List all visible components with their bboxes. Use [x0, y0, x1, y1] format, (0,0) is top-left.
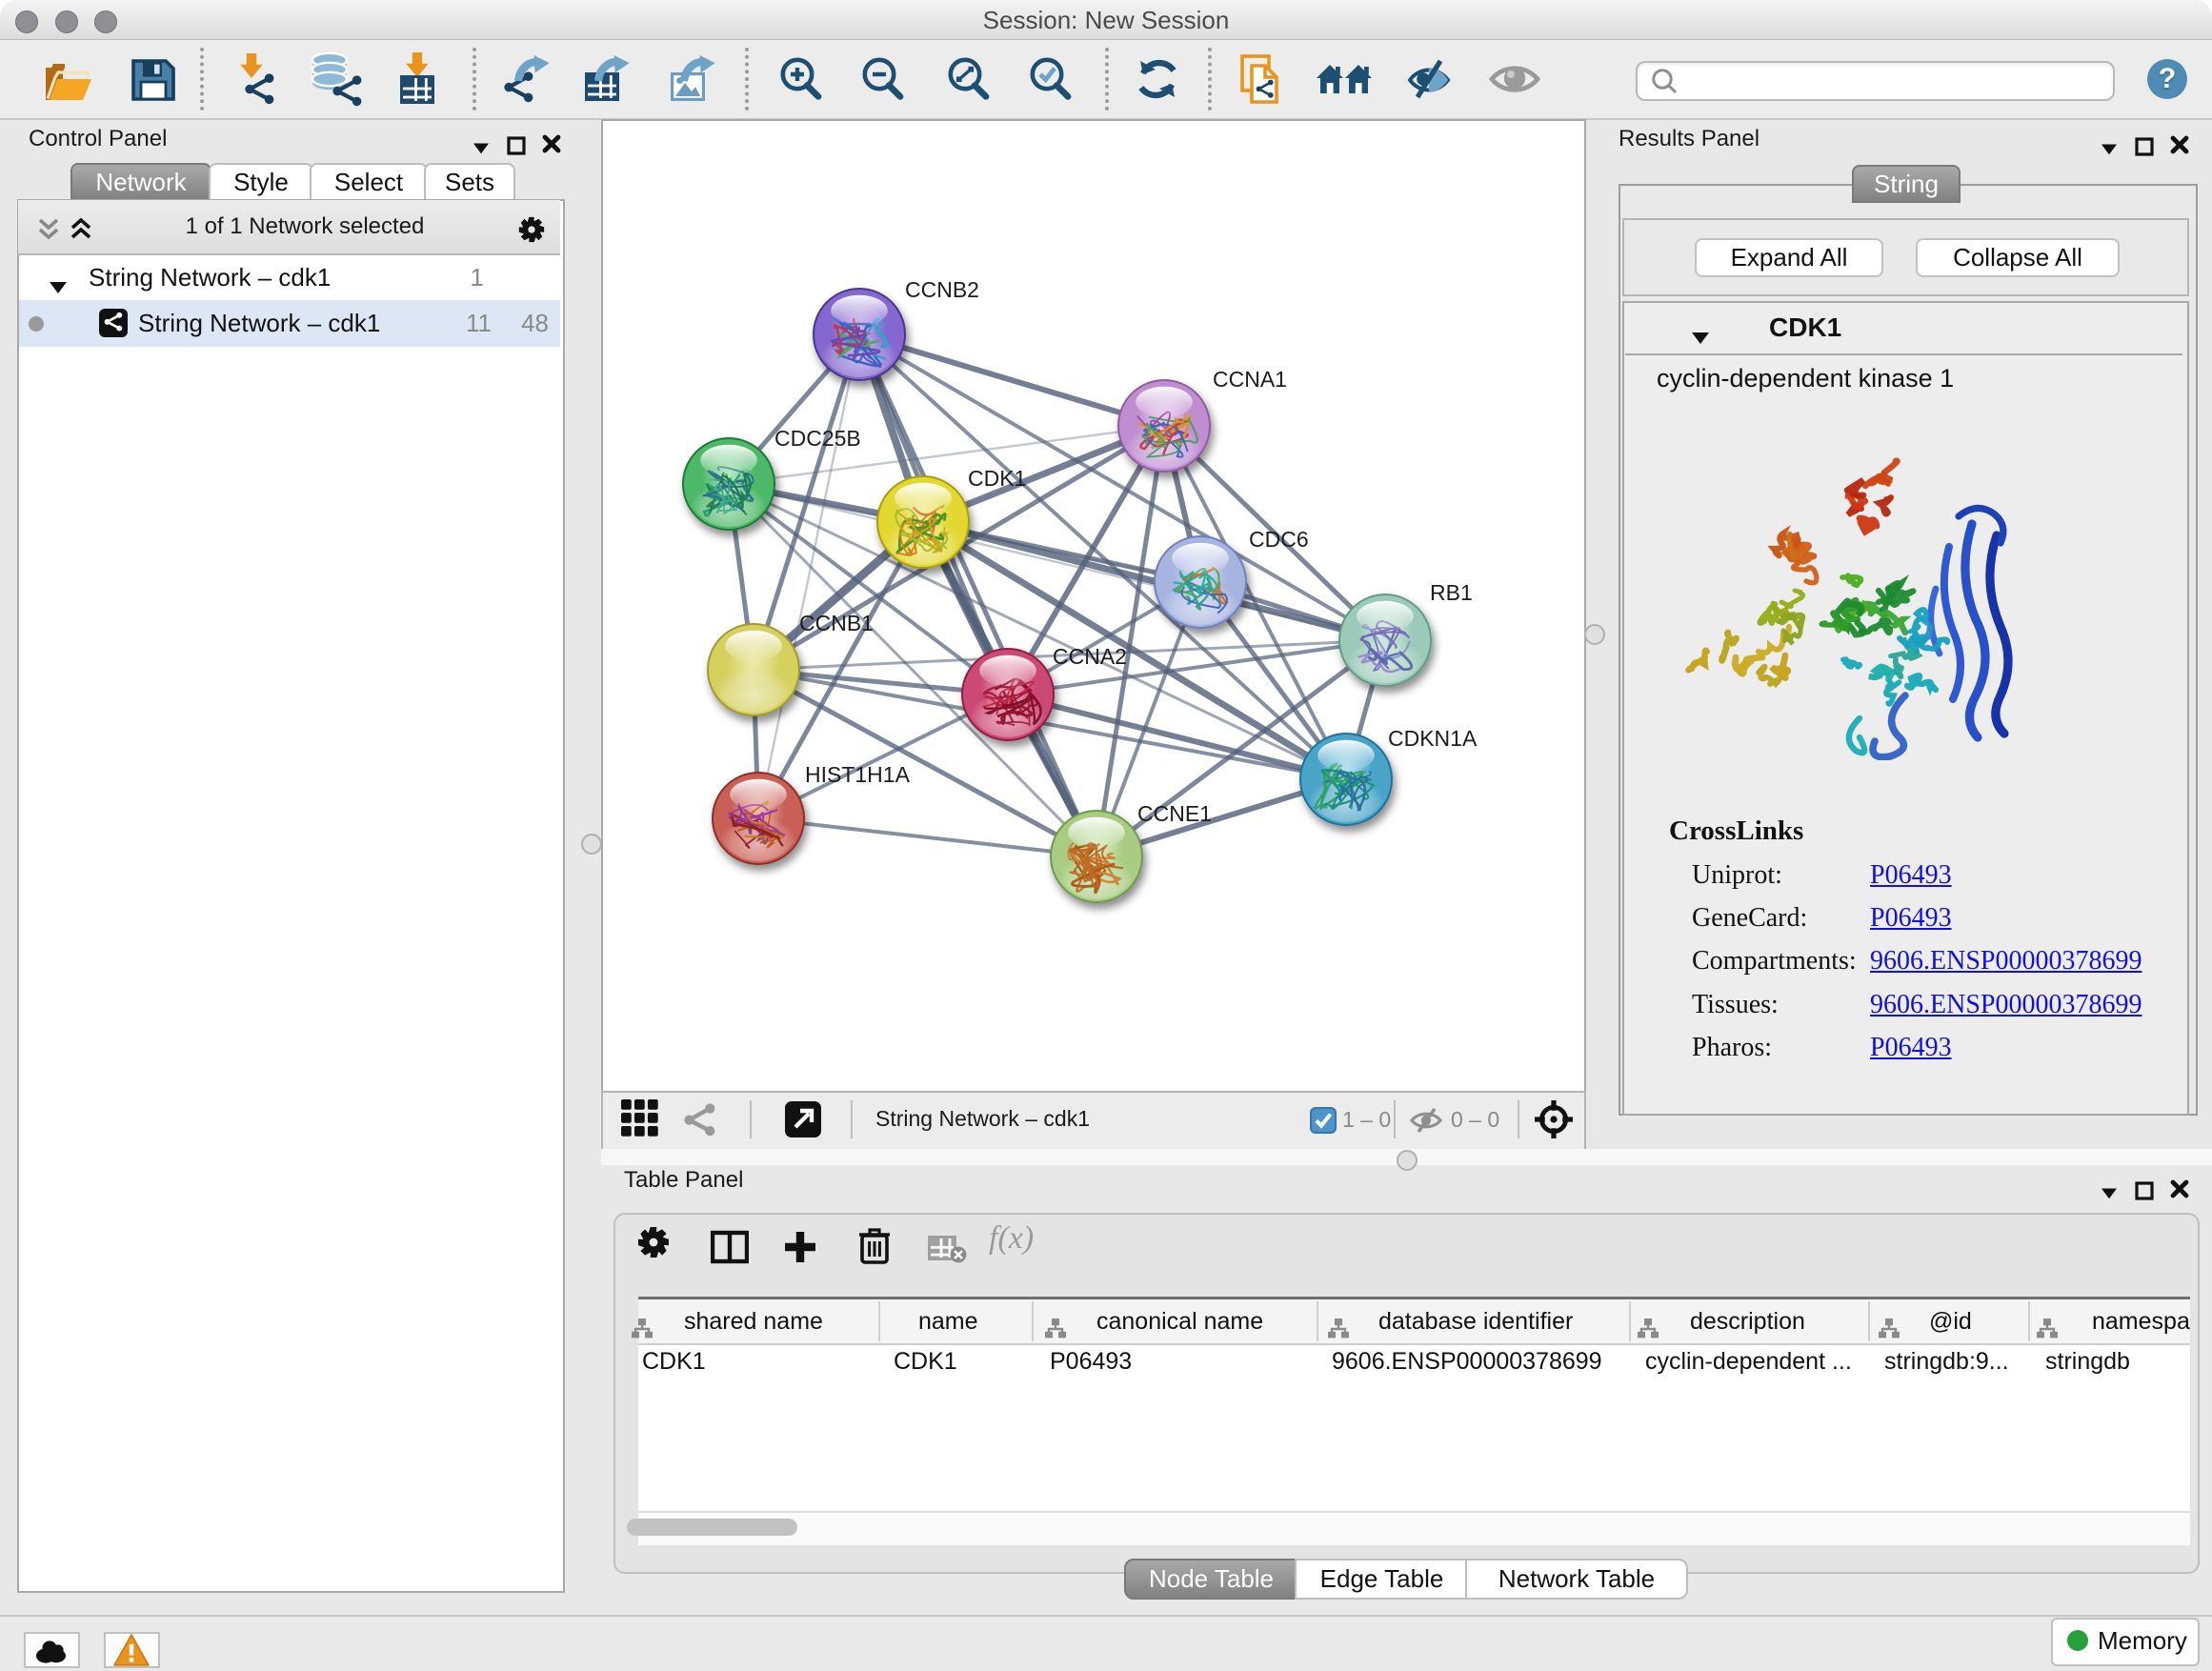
svg-text:CCNB1: CCNB1	[799, 611, 874, 635]
svg-text:CDC25B: CDC25B	[774, 426, 861, 451]
svg-text:CDK1: CDK1	[968, 466, 1026, 491]
svg-text:CCNB2: CCNB2	[905, 277, 979, 302]
svg-text:CDC6: CDC6	[1249, 527, 1309, 552]
svg-text:CCNA1: CCNA1	[1213, 367, 1287, 392]
svg-text:HIST1H1A: HIST1H1A	[805, 762, 911, 787]
svg-text:RB1: RB1	[1430, 580, 1473, 605]
svg-text:CDKN1A: CDKN1A	[1388, 726, 1478, 751]
svg-text:CCNE1: CCNE1	[1137, 801, 1212, 826]
svg-text:CCNA2: CCNA2	[1053, 644, 1127, 669]
